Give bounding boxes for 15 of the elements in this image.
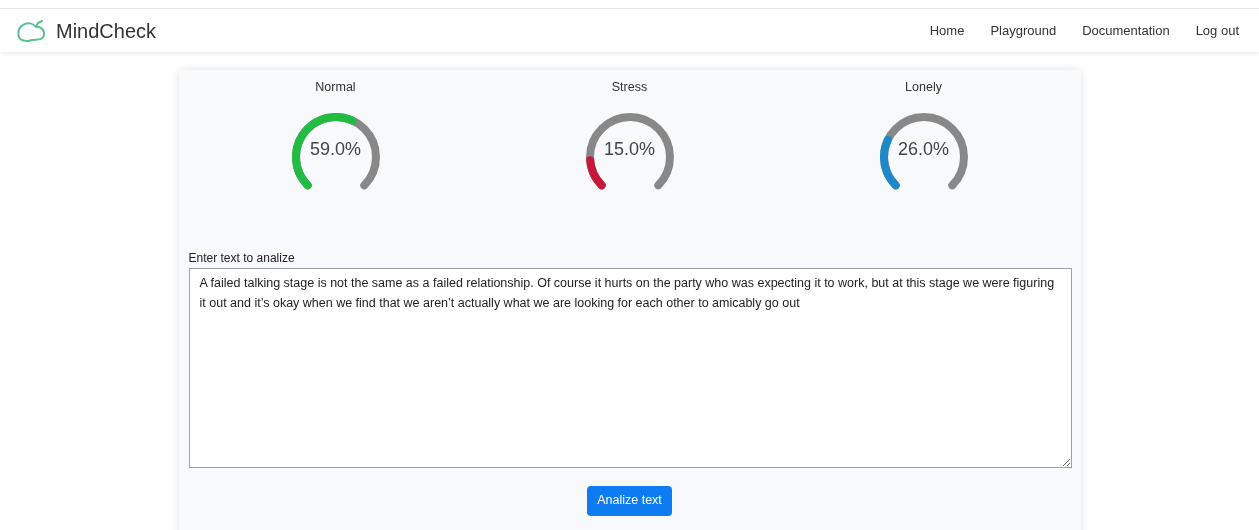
text-input-field[interactable]: A failed talking stage is not the same as a failed relationship. Of course it hurts on the party who was expecting it to work, but at this stage we were figuring it out and it’s okay when we find that we aren’t actually what we are looking for each other to amicably go out xyxy=(188,267,1072,468)
gauge-label: Normal xyxy=(315,79,356,96)
analyze-button[interactable]: Analize text xyxy=(587,485,672,516)
nav-link[interactable]: Documentation xyxy=(1082,20,1170,41)
cloud-logo-icon xyxy=(16,17,48,44)
nav-link[interactable]: Playground xyxy=(990,20,1057,41)
nav-link[interactable]: Home xyxy=(929,20,965,41)
gauge-reading: 26.0% xyxy=(897,138,949,162)
gauge-label: Lonely xyxy=(905,79,942,96)
gauge-reading: 15.0% xyxy=(603,138,655,162)
input-label: Enter text to analize xyxy=(188,249,296,267)
nav-link[interactable]: Log out xyxy=(1195,20,1239,41)
brand-name[interactable]: MindCheck xyxy=(56,15,157,46)
gauge-reading: 59.0% xyxy=(309,138,361,162)
gauge-label: Stress xyxy=(611,79,648,96)
